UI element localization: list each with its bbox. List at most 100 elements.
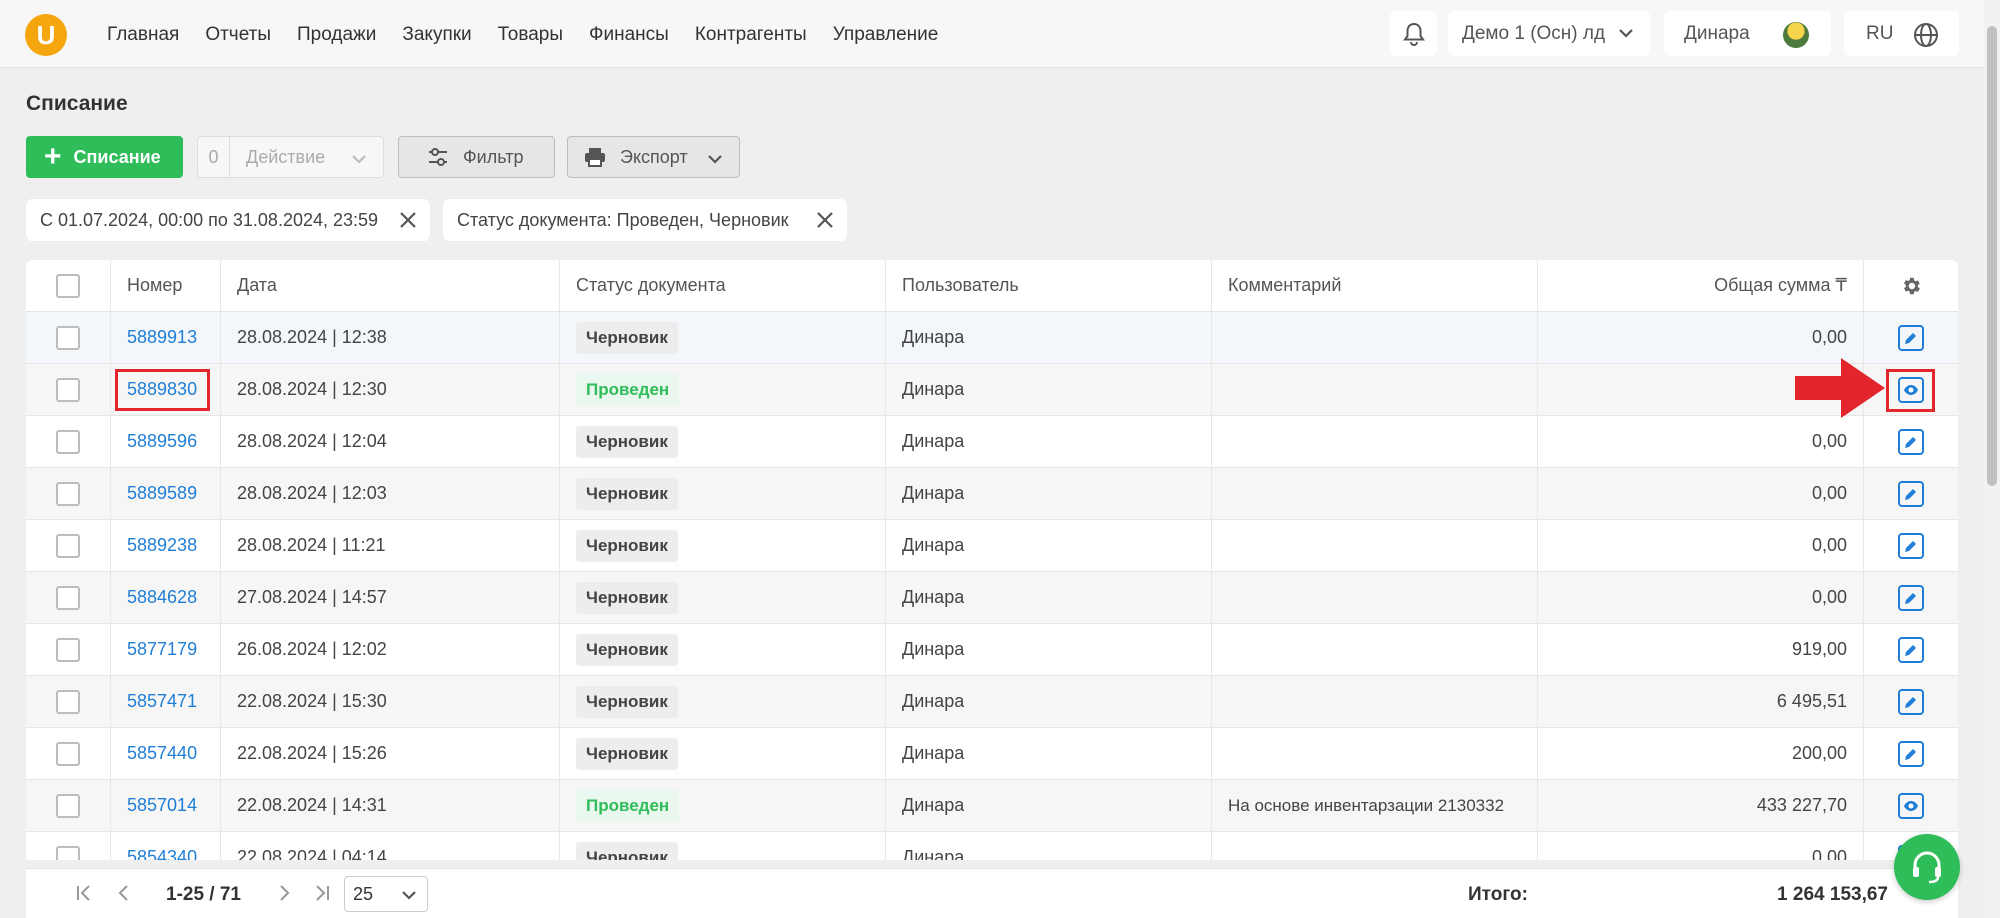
- user-cell: Динара: [886, 468, 1212, 519]
- table-row[interactable]: 5889238 28.08.2024 | 11:21 Черновик Динара 0…: [26, 520, 1958, 572]
- first-page-icon[interactable]: [74, 883, 94, 903]
- action-dropdown[interactable]: 0 Действие: [197, 136, 384, 178]
- row-checkbox[interactable]: [56, 429, 80, 454]
- nav-item[interactable]: Закупки: [402, 24, 471, 46]
- page-scrollbar[interactable]: [1984, 0, 2000, 918]
- close-icon[interactable]: [815, 210, 835, 230]
- document-number-link[interactable]: 5857471: [127, 691, 197, 712]
- row-checkbox[interactable]: [56, 689, 80, 714]
- previous-page-icon[interactable]: [114, 883, 134, 903]
- table-row[interactable]: 5857440 22.08.2024 | 15:26 Черновик Динара 2…: [26, 728, 1958, 780]
- row-select-cell: [26, 676, 111, 727]
- nav-item[interactable]: Главная: [107, 24, 179, 46]
- filter-button[interactable]: Фильтр: [398, 136, 555, 178]
- total-label: Итого:: [1468, 884, 1528, 905]
- action-cell: [1864, 728, 1958, 779]
- date-filter-chip: С 01.07.2024, 00:00 по 31.08.2024, 23:59: [26, 199, 430, 241]
- status-filter-chip: Статус документа: Проведен, Черновик: [443, 199, 847, 241]
- table-row[interactable]: 5877179 26.08.2024 | 12:02 Черновик Динара 9…: [26, 624, 1958, 676]
- document-number-link[interactable]: 5884628: [127, 587, 197, 608]
- user-cell: Динара: [886, 572, 1212, 623]
- table-row[interactable]: 5857471 22.08.2024 | 15:30 Черновик Динара 6…: [26, 676, 1958, 728]
- row-checkbox[interactable]: [56, 845, 80, 860]
- next-page-icon[interactable]: [274, 883, 294, 903]
- support-chat-button[interactable]: [1894, 834, 1960, 900]
- view-button[interactable]: [1898, 792, 1924, 819]
- nav-item[interactable]: Управление: [833, 24, 939, 46]
- edit-button[interactable]: [1898, 532, 1924, 559]
- nav-item[interactable]: Продажи: [297, 24, 376, 46]
- document-number-link[interactable]: 5854340: [127, 847, 197, 860]
- nav-item[interactable]: Контрагенты: [695, 24, 807, 46]
- close-icon[interactable]: [398, 210, 418, 230]
- row-checkbox[interactable]: [56, 481, 80, 506]
- scrollbar-thumb[interactable]: [1987, 26, 1997, 486]
- edit-button[interactable]: [1898, 740, 1924, 767]
- notifications-button[interactable]: [1390, 11, 1437, 56]
- table-row[interactable]: 5889913 28.08.2024 | 12:38 Черновик Динара 0…: [26, 312, 1958, 364]
- nav-item[interactable]: Финансы: [589, 24, 669, 46]
- select-all-checkbox[interactable]: [56, 273, 80, 298]
- filter-label: Фильтр: [463, 146, 524, 167]
- app-logo[interactable]: U: [25, 14, 67, 56]
- table-row[interactable]: 5889589 28.08.2024 | 12:03 Черновик Динара 0…: [26, 468, 1958, 520]
- user-menu[interactable]: Динара: [1664, 11, 1831, 56]
- table-row[interactable]: 588983028.08.2024 | 12:30ПроведенДинара5…: [26, 364, 1958, 416]
- document-number-link[interactable]: 5857440: [127, 743, 197, 764]
- column-status[interactable]: Статус документа: [560, 260, 886, 311]
- column-total-sum[interactable]: Общая сумма ₸: [1538, 260, 1864, 311]
- document-number-link[interactable]: 5889913: [127, 327, 197, 348]
- document-number-cell: 5857471: [111, 676, 221, 727]
- comment-cell: [1212, 364, 1538, 415]
- nav-item[interactable]: Отчеты: [205, 24, 271, 46]
- column-date[interactable]: Дата: [221, 260, 560, 311]
- document-number-link[interactable]: 5877179: [127, 639, 197, 660]
- language-selector[interactable]: RU: [1844, 11, 1959, 56]
- document-number-link[interactable]: 5857014: [127, 795, 197, 816]
- row-checkbox[interactable]: [56, 741, 80, 766]
- edit-button[interactable]: [1898, 688, 1924, 715]
- comment-text: На основе инвентарзации 2130332: [1228, 795, 1505, 815]
- column-settings[interactable]: [1864, 260, 1958, 311]
- per-page-select[interactable]: 25: [344, 876, 428, 912]
- table-row[interactable]: 5884628 27.08.2024 | 14:57 Черновик Динара 0…: [26, 572, 1958, 624]
- edit-button[interactable]: [1898, 636, 1924, 663]
- row-checkbox[interactable]: [56, 793, 80, 818]
- status-cell: Черновик: [560, 572, 886, 623]
- edit-button[interactable]: [1898, 324, 1924, 351]
- comment-cell: [1212, 520, 1538, 571]
- nav-item[interactable]: Товары: [498, 24, 563, 46]
- add-write-off-button[interactable]: + Списание: [26, 136, 183, 178]
- row-select-cell: [26, 624, 111, 675]
- row-checkbox[interactable]: [56, 585, 80, 610]
- export-dropdown[interactable]: Экспорт: [567, 136, 740, 178]
- user-cell: Динара: [886, 780, 1212, 831]
- column-user[interactable]: Пользователь: [886, 260, 1212, 311]
- date-cell: 28.08.2024 | 11:21: [221, 520, 560, 571]
- date-cell: 28.08.2024 | 12:04: [221, 416, 560, 467]
- last-page-icon[interactable]: [312, 883, 332, 903]
- document-number-link[interactable]: 5889596: [127, 431, 197, 452]
- column-number[interactable]: Номер: [111, 260, 221, 311]
- company-selector[interactable]: Демо 1 (Осн) лд: [1448, 11, 1650, 56]
- row-checkbox[interactable]: [56, 377, 80, 402]
- document-number-link[interactable]: 5889589: [127, 483, 197, 504]
- document-number-link[interactable]: 5889238: [127, 535, 197, 556]
- date-cell: 26.08.2024 | 12:02: [221, 624, 560, 675]
- table-row[interactable]: 5889596 28.08.2024 | 12:04 Черновик Динара 0…: [26, 416, 1958, 468]
- row-checkbox[interactable]: [56, 533, 80, 558]
- edit-button[interactable]: [1898, 584, 1924, 611]
- action-cell: [1864, 520, 1958, 571]
- edit-button[interactable]: [1898, 480, 1924, 507]
- table-row[interactable]: 5854340 22.08.2024 | 04:14 Черновик Динара 0…: [26, 832, 1958, 860]
- sliders-icon: [429, 148, 447, 166]
- row-select-cell: [26, 520, 111, 571]
- row-select-cell: [26, 468, 111, 519]
- pencil-icon: [1904, 643, 1918, 657]
- edit-button[interactable]: [1898, 428, 1924, 455]
- column-comment[interactable]: Комментарий: [1212, 260, 1538, 311]
- row-checkbox[interactable]: [56, 637, 80, 662]
- row-checkbox[interactable]: [56, 325, 80, 350]
- table-row[interactable]: 5857014 22.08.2024 | 14:31 Проведен Динара Н…: [26, 780, 1958, 832]
- chevron-down-icon: [708, 155, 722, 164]
